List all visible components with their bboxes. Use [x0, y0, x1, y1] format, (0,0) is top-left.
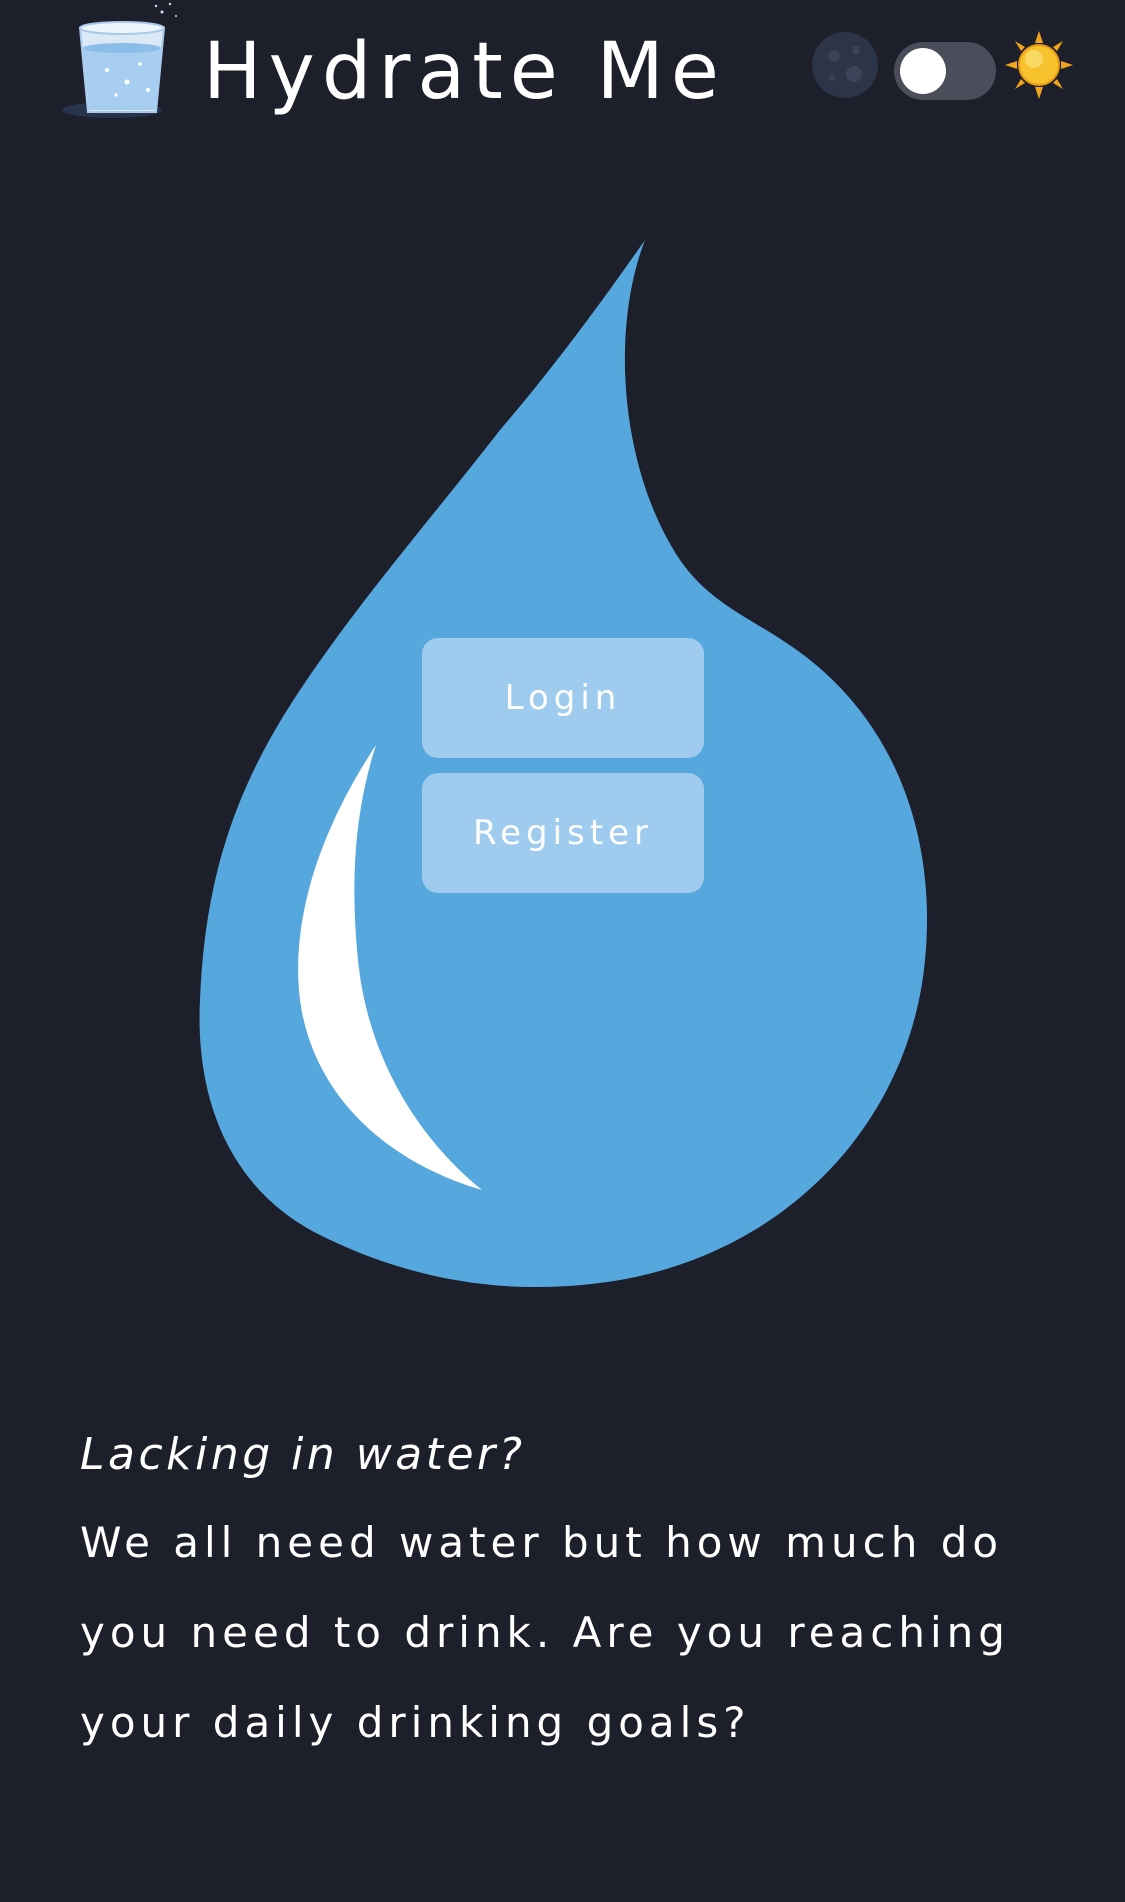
theme-toggle[interactable]	[894, 42, 996, 100]
moon-icon	[812, 32, 878, 98]
theme-switch[interactable]	[810, 26, 1080, 106]
register-button[interactable]: Register	[422, 773, 704, 893]
page: Hydrate Me Login Register Lacking in wat…	[0, 0, 1125, 1902]
login-button[interactable]: Login	[422, 638, 704, 758]
intro-section: Lacking in water? We all need water but …	[80, 1425, 1080, 1768]
app-title: Hydrate Me	[203, 27, 726, 117]
intro-heading: Lacking in water?	[80, 1429, 526, 1480]
app-header: Hydrate Me	[0, 0, 1125, 150]
intro-body: We all need water but how much do you ne…	[80, 1518, 1010, 1747]
toggle-knob[interactable]	[900, 48, 946, 94]
water-glass-icon	[62, 2, 177, 118]
sun-icon	[1005, 31, 1073, 99]
